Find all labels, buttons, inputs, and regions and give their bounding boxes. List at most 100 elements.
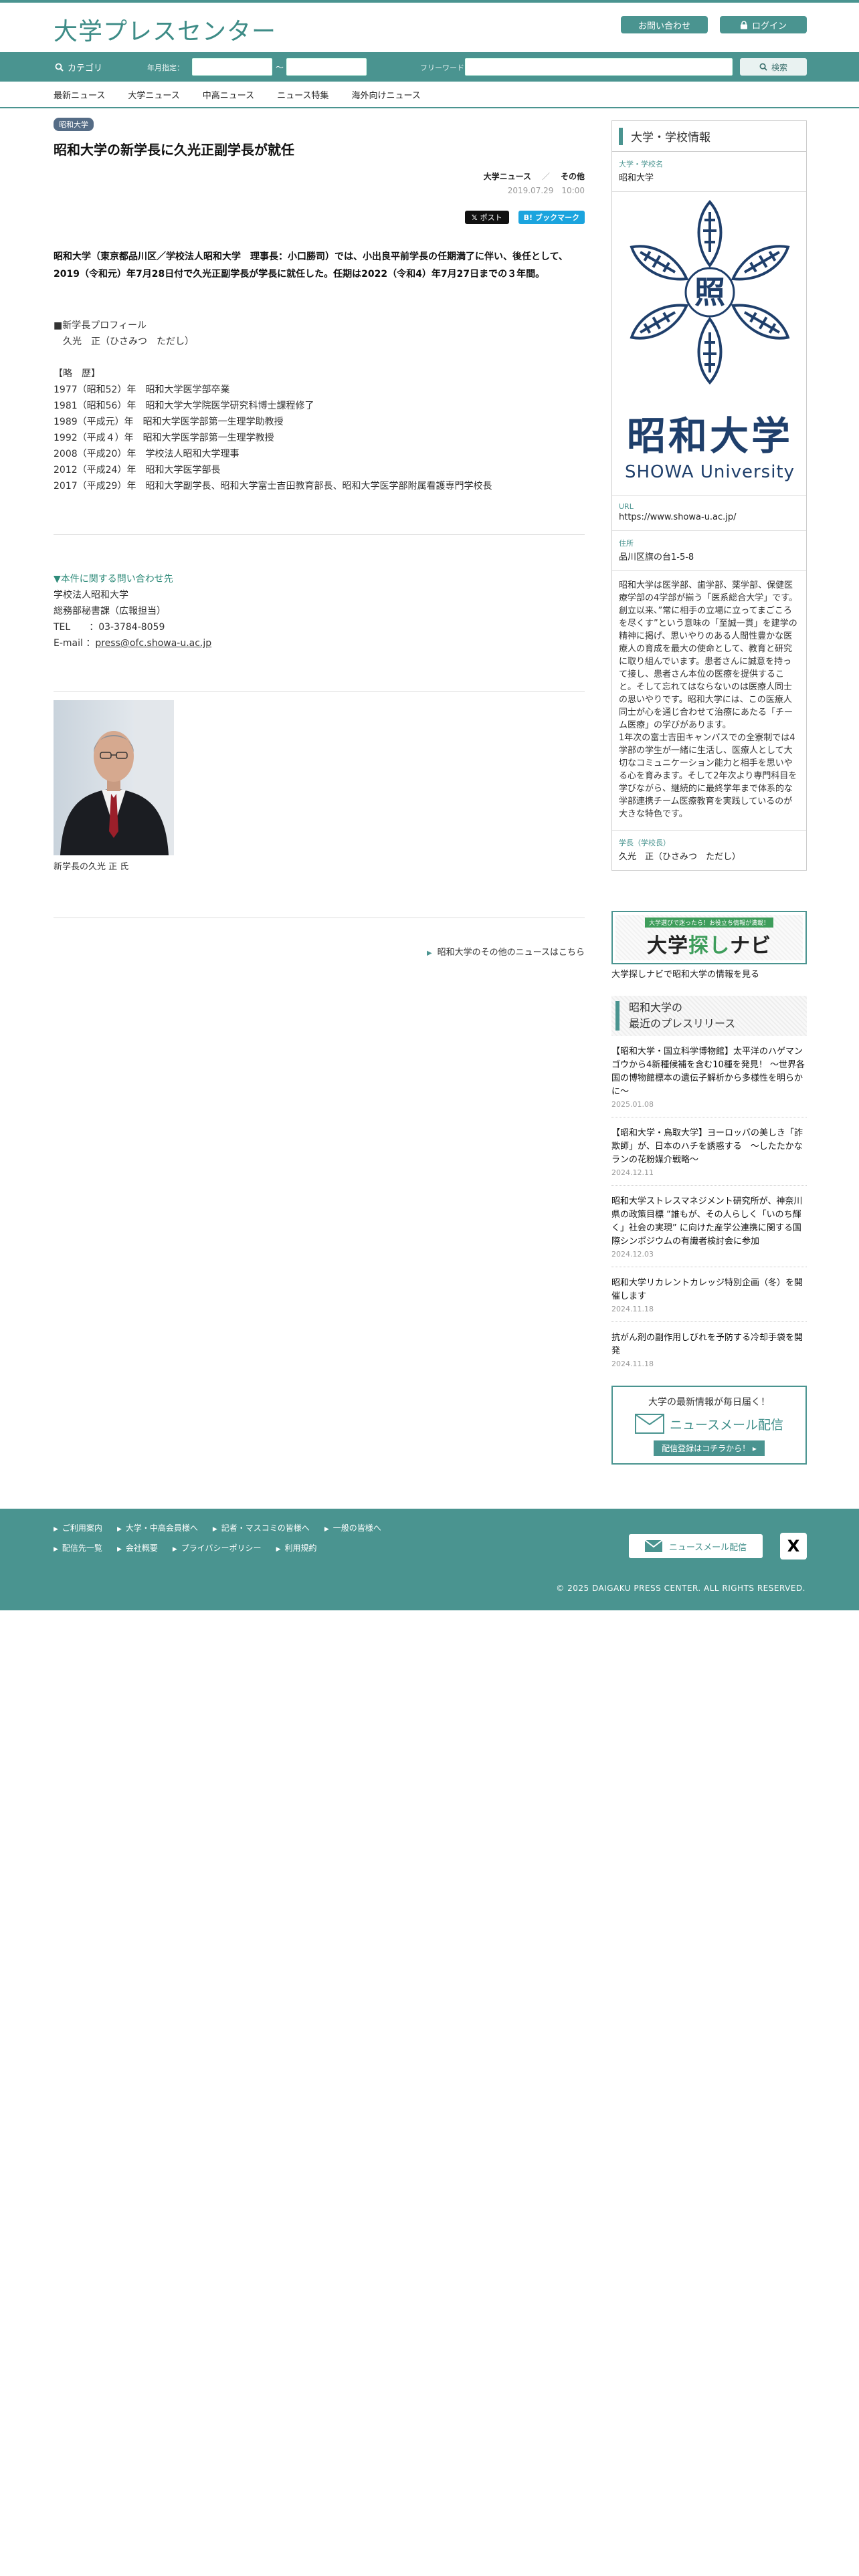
footer-link-distribution[interactable]: ▶ 配信先一覧 <box>54 1542 102 1553</box>
press-release-date: 2024.11.18 <box>611 1305 654 1313</box>
triangle-right-icon: ▶ <box>116 1526 122 1533</box>
search-icon <box>55 63 64 72</box>
navi-tag: 大学選びで迷ったら！お役立ち情報が満載！ <box>644 917 773 928</box>
press-heading-line2: 最近のプレスリリース <box>629 1017 736 1030</box>
press-release-date: 2024.12.03 <box>611 1250 654 1259</box>
contact-info: 学校法人昭和大学 総務部秘書課（広報担当） TEL ：03-3784-8059 … <box>54 587 585 651</box>
list-item: 抗がん剤の副作用しびれを予防する冷却手袋を開発 2024.11.18 <box>611 1322 807 1376</box>
mail-banner-title-text: ニュースメール配信 <box>669 1417 784 1432</box>
press-release-link[interactable]: 【昭和大学・国立科学博物館】太平洋のハゲマンゴウから4新種候補を含む10種を発見… <box>611 1045 807 1099</box>
year-month-label: 年月指定： <box>147 64 184 72</box>
url-label: URL <box>619 502 634 511</box>
x-post-label: ポスト <box>480 213 502 222</box>
press-release-link[interactable]: 昭和大学リカレントカレッジ特別企画（冬）を開催します <box>611 1277 807 1303</box>
nav-highschool-news[interactable]: 中高ニュース <box>203 88 254 101</box>
news-mail-banner[interactable]: 大学の最新情報が毎日届く！ ニュースメール配信 配信登録はコチラから！ ▸ <box>611 1386 807 1465</box>
date-to-input[interactable] <box>286 58 367 76</box>
login-button[interactable]: ログイン <box>720 16 807 33</box>
footer-link-guide[interactable]: ▶ ご利用案内 <box>54 1522 102 1533</box>
navi-caption-link[interactable]: 大学探しナビで昭和大学の情報を見る <box>611 967 807 980</box>
x-post-button[interactable]: 𝕏 ポスト <box>464 211 509 224</box>
press-release-list: 【昭和大学・国立科学博物館】太平洋のハゲマンゴウから4新種候補を含む10種を発見… <box>611 1036 807 1376</box>
footer-link-members[interactable]: ▶ 大学・中高会員様へ <box>117 1522 198 1533</box>
triangle-right-icon: ▶ <box>212 1526 217 1533</box>
contact-button[interactable]: お問い合わせ <box>621 16 708 33</box>
divider <box>54 691 585 692</box>
footer-link-label: ご利用案内 <box>62 1523 102 1533</box>
mail-banner-tagline: 大学の最新情報が毎日届く！ <box>648 1397 770 1408</box>
footer-link-privacy[interactable]: ▶ プライバシーポリシー <box>173 1542 262 1553</box>
school-name-label: 大学・学校名 <box>619 160 663 169</box>
triangle-right-icon: ▶ <box>116 1546 122 1553</box>
more-news-link[interactable]: 昭和大学のその他のニュースはこちら <box>438 948 585 958</box>
category-link[interactable]: 大学ニュース <box>484 172 531 181</box>
footer-link-label: 一般の皆様へ <box>332 1523 381 1533</box>
school-info-heading-text: 大学・学校情報 <box>631 131 710 144</box>
category-button[interactable]: カテゴリ <box>55 61 102 74</box>
heading-accent-bar <box>619 127 623 145</box>
footer-link-company[interactable]: ▶ 会社概要 <box>117 1542 158 1553</box>
footer-news-mail-button[interactable]: ニュースメール配信 <box>629 1534 763 1558</box>
nav-news-features[interactable]: ニュース特集 <box>277 88 328 101</box>
footer-link-label: 会社概要 <box>125 1543 158 1553</box>
x-logo-icon: 𝕏 <box>471 213 478 222</box>
mail-register-button: 配信登録はコチラから！ ▸ <box>654 1440 765 1456</box>
footer-link-press[interactable]: ▶ 記者・マスコミの皆様へ <box>213 1522 310 1533</box>
president-photo[interactable] <box>54 700 174 855</box>
x-social-link[interactable]: X <box>780 1533 807 1560</box>
school-url-link[interactable]: https://www.showa-u.ac.jp/ <box>619 512 799 522</box>
navi-title-b: 探し <box>688 934 730 958</box>
footer-link-terms[interactable]: ▶ 利用規約 <box>276 1542 317 1553</box>
search-bar: カテゴリ 年月指定： ～ フリーワード： 検索 <box>0 52 859 82</box>
school-name: 昭和大学 <box>619 173 654 183</box>
university-badge[interactable]: 昭和大学 <box>54 118 94 131</box>
school-name-section: 大学・学校名 昭和大学 <box>612 152 806 192</box>
envelope-icon <box>644 1540 662 1552</box>
press-release-link[interactable]: 昭和大学ストレスマネジメント研究所が、神奈川県の政策目標 “誰もが、その人らしく… <box>611 1195 807 1249</box>
mail-banner-title: ニュースメール配信 <box>613 1414 805 1434</box>
school-info-box: 大学・学校情報 大学・学校名 昭和大学 照 昭和大学 SHOWA Univers… <box>611 120 807 871</box>
freeword-input[interactable] <box>465 58 733 76</box>
date-range-separator: ～ <box>276 63 284 72</box>
heading-accent-bar <box>615 1001 619 1031</box>
triangle-right-icon: ▶ <box>54 1546 58 1553</box>
footer-links-row2: ▶ 配信先一覧 ▶ 会社概要 ▶ プライバシーポリシー ▶ 利用規約 <box>54 1542 317 1553</box>
contact-heading: ▼本件に関する問い合わせ先 <box>54 574 173 584</box>
subcategory-link[interactable]: その他 <box>561 172 585 181</box>
address-label: 住所 <box>619 539 634 548</box>
list-item: 【昭和大学・鳥取大学】ヨーロッパの美しき「詐欺師」が、日本のハチを誘惑する 〜し… <box>611 1117 807 1186</box>
category-separator: ／ <box>541 172 550 181</box>
press-release-date: 2025.01.08 <box>611 1100 654 1109</box>
president-section: 学長（学校長） 久光 正（ひさみつ ただし） <box>612 831 806 870</box>
category-label: カテゴリ <box>68 64 103 74</box>
nav-university-news[interactable]: 大学ニュース <box>128 88 179 101</box>
press-release-link[interactable]: 【昭和大学・鳥取大学】ヨーロッパの美しき「詐欺師」が、日本のハチを誘惑する 〜し… <box>611 1127 807 1167</box>
contact-label: お問い合わせ <box>638 21 690 31</box>
triangle-right-icon: ▶ <box>276 1546 281 1553</box>
navi-title-c: ナビ <box>730 934 771 958</box>
logo-kanji: 昭和大学 <box>626 413 793 459</box>
daigaku-sagashi-navi-banner[interactable]: 大学選びで迷ったら！お役立ち情報が満載！ 大学探しナビ <box>611 911 807 964</box>
site-header: 大学プレスセンター お問い合わせ ログイン <box>0 3 859 52</box>
site-footer: ▶ ご利用案内 ▶ 大学・中高会員様へ ▶ 記者・マスコミの皆様へ ▶ 一般の皆様へ ▶… <box>0 1509 859 1610</box>
navi-title: 大学探しナビ <box>647 929 771 958</box>
search-button-label: 検索 <box>771 62 787 72</box>
search-button[interactable]: 検索 <box>740 58 807 76</box>
x-logo-icon: X <box>787 1537 800 1555</box>
footer-links-row1: ▶ ご利用案内 ▶ 大学・中高会員様へ ▶ 記者・マスコミの皆様へ ▶ 一般の皆様へ <box>54 1522 381 1533</box>
footer-link-label: 記者・マスコミの皆様へ <box>221 1523 310 1533</box>
nav-latest-news[interactable]: 最新ニュース <box>54 88 105 101</box>
footer-link-label: 配信先一覧 <box>62 1543 102 1553</box>
date-from-input[interactable] <box>192 58 272 76</box>
press-release-link[interactable]: 抗がん剤の副作用しびれを予防する冷却手袋を開発 <box>611 1331 807 1358</box>
site-logo[interactable]: 大学プレスセンター <box>54 12 276 47</box>
nav-overseas-news[interactable]: 海外向けニュース <box>351 88 420 101</box>
contact-email-link[interactable]: press@ofc.showa-u.ac.jp <box>95 638 211 649</box>
hatena-bookmark-button[interactable]: B! ブックマーク <box>518 211 585 224</box>
divider <box>54 534 585 535</box>
footer-link-general[interactable]: ▶ 一般の皆様へ <box>324 1522 381 1533</box>
article-title: 昭和大学の新学長に久光正副学長が就任 <box>54 142 294 158</box>
footer-link-label: プライバシーポリシー <box>181 1543 262 1553</box>
navi-title-a: 大学 <box>647 934 688 958</box>
school-logo: 照 昭和大学 SHOWA University <box>612 192 806 496</box>
